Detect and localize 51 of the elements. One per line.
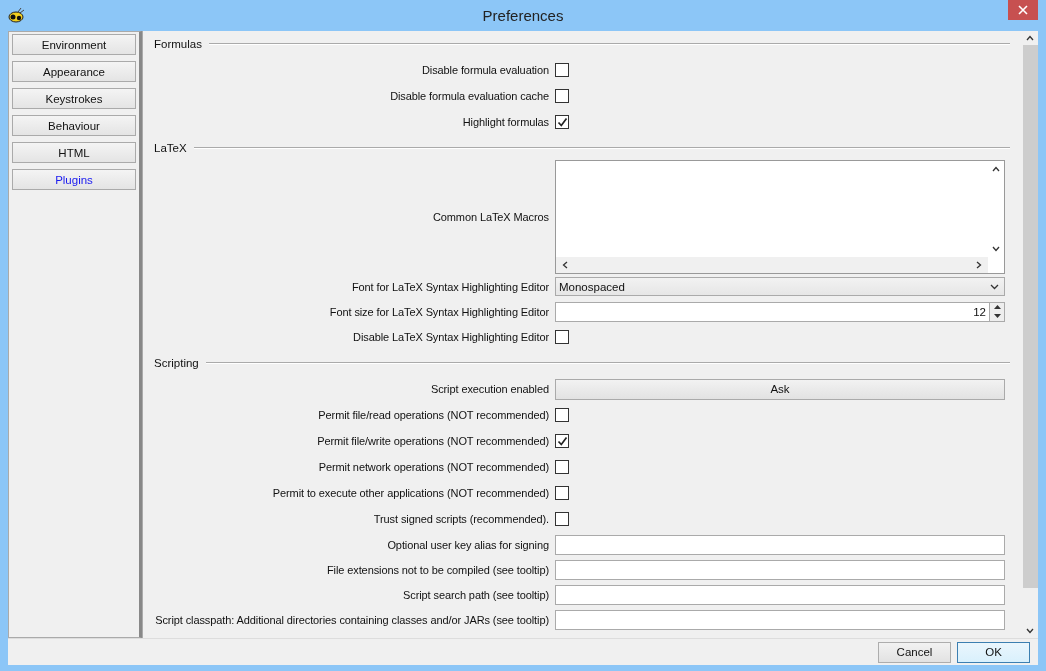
- checkbox[interactable]: [555, 89, 569, 103]
- checkbox[interactable]: [555, 486, 569, 500]
- checkbox[interactable]: [555, 460, 569, 474]
- checkbox[interactable]: [555, 330, 569, 344]
- setting-label: Permit network operations (NOT recommended): [318, 461, 549, 473]
- text-area[interactable]: [555, 159, 1005, 274]
- setting-label: Disable LaTeX Syntax Highlighting Editor: [353, 331, 549, 343]
- checkbox[interactable]: [555, 512, 569, 526]
- category-button[interactable]: Keystrokes: [12, 88, 136, 109]
- setting-label: Permit to execute other applications (NOT recommended): [272, 487, 549, 499]
- checkbox[interactable]: [555, 408, 569, 422]
- up-arrow-icon: [993, 305, 1001, 309]
- font-size-spinner[interactable]: 12: [555, 301, 1005, 322]
- category-button[interactable]: HTML: [12, 142, 136, 163]
- close-button[interactable]: [1008, 0, 1038, 20]
- setting-label: File extensions not to be compiled (see tooltip): [326, 563, 549, 576]
- category-button[interactable]: Plugins: [12, 169, 136, 190]
- checkbox[interactable]: [555, 115, 569, 129]
- setting-label: Script classpath: Additional directories containing classes and/or JARs (see tooltip): [155, 613, 549, 626]
- setting-label: Script search path (see tooltip): [403, 588, 549, 601]
- input-field[interactable]: [555, 609, 1005, 630]
- bee-icon: [8, 6, 26, 23]
- setting-label: Common LaTeX Macros: [432, 210, 549, 223]
- category-button[interactable]: Behaviour: [12, 115, 136, 136]
- section-title: Formulas: [154, 38, 202, 50]
- setting-label: Script execution enabled: [430, 383, 549, 395]
- checkbox[interactable]: [555, 63, 569, 77]
- ok-button[interactable]: OK: [957, 641, 1030, 663]
- checkbox[interactable]: [555, 434, 569, 448]
- window-title: Preferences: [481, 7, 565, 24]
- setting-label: Disable formula evaluation cache: [390, 90, 549, 102]
- setting-label: Permit file/write operations (NOT recommended): [317, 435, 549, 447]
- setting-label: Disable formula evaluation: [421, 64, 549, 76]
- setting-label: Highlight formulas: [462, 116, 549, 128]
- down-arrow-icon: [993, 314, 1001, 318]
- setting-label: Optional user key alias for signing: [387, 538, 549, 551]
- font-dropdown[interactable]: Monospaced: [555, 277, 1005, 296]
- setting-label: Permit file/read operations (NOT recommended): [318, 409, 549, 421]
- input-field[interactable]: [555, 559, 1005, 580]
- category-button[interactable]: Appearance: [12, 61, 136, 82]
- setting-label: Trust signed scripts (recommended).: [373, 513, 549, 525]
- cancel-button[interactable]: Cancel: [878, 641, 951, 663]
- input-field[interactable]: [555, 534, 1005, 555]
- setting-label: Font for LaTeX Syntax Highlighting Editor: [351, 280, 549, 293]
- section-title: LaTeX: [154, 142, 187, 154]
- close-icon: [1018, 5, 1028, 15]
- input-field[interactable]: [555, 584, 1005, 605]
- category-button[interactable]: Environment: [12, 34, 136, 55]
- option-button[interactable]: Ask: [555, 378, 1005, 400]
- setting-label: Font size for LaTeX Syntax Highlighting Editor: [329, 305, 549, 318]
- section-title: Scripting: [154, 357, 199, 369]
